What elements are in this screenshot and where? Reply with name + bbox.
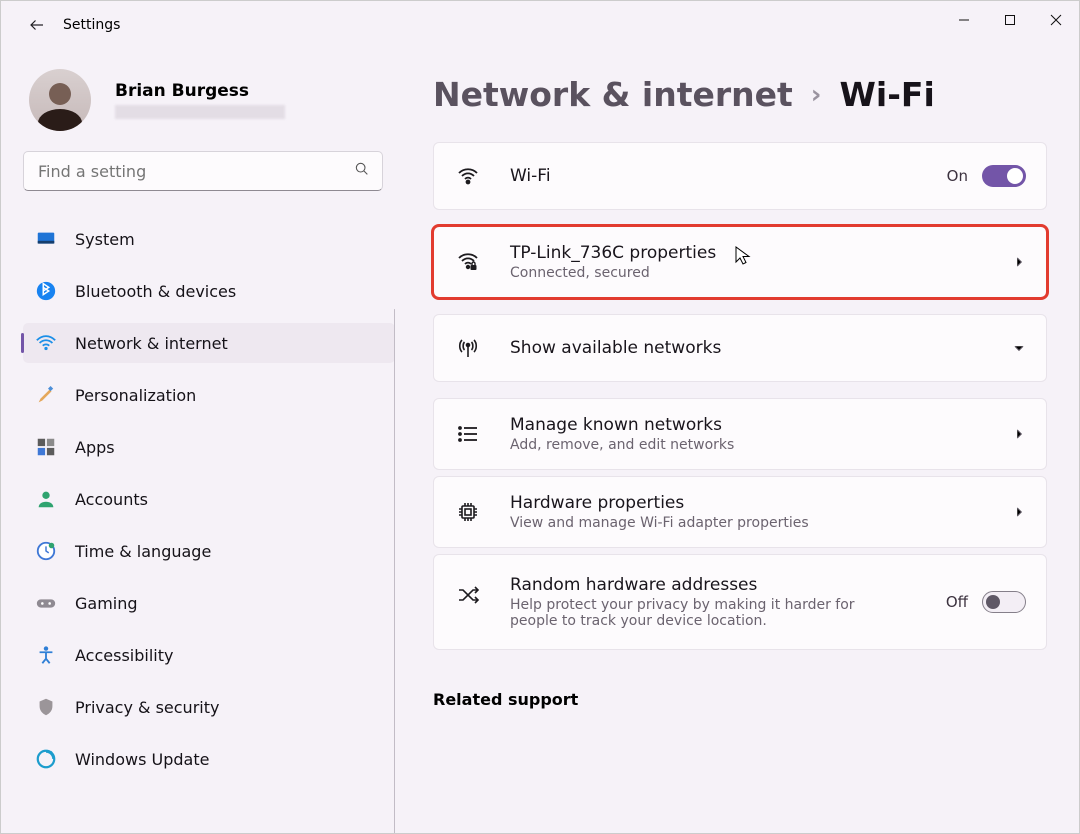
arrow-left-icon [28,16,46,34]
wifi-signal-icon [454,162,482,190]
display-icon [35,228,57,250]
bluetooth-icon [35,280,57,302]
card-hardware-props[interactable]: Hardware properties View and manage Wi-F… [433,476,1047,548]
sidebar-item-label: Privacy & security [75,698,219,717]
antenna-icon [454,334,482,362]
search-icon [354,161,370,181]
chevron-right-icon [1012,255,1026,269]
toggle-label: Off [946,593,968,611]
close-icon [1050,14,1062,26]
wifi-toggle[interactable] [982,165,1026,187]
paintbrush-icon [35,384,57,406]
user-email-redacted [115,105,285,119]
card-wifi-toggle[interactable]: Wi-Fi On [433,142,1047,210]
minimize-button[interactable] [941,1,987,39]
card-manage-known[interactable]: Manage known networks Add, remove, and e… [433,398,1047,470]
maximize-icon [1004,14,1016,26]
card-subtitle: View and manage Wi-Fi adapter properties [510,515,880,531]
scrollbar[interactable] [394,309,396,833]
shield-icon [35,696,57,718]
sidebar-item-update[interactable]: Windows Update [23,739,395,779]
card-title: Show available networks [510,338,1012,358]
maximize-button[interactable] [987,1,1033,39]
search-input[interactable] [38,162,342,181]
related-support-heading: Related support [433,690,1047,709]
wifi-lock-icon [454,248,482,276]
sidebar-item-label: Network & internet [75,334,228,353]
card-title: Manage known networks [510,415,1012,435]
sidebar-item-personalization[interactable]: Personalization [23,375,395,415]
close-button[interactable] [1033,1,1079,39]
main-content: Network & internet › Wi-Fi Wi-Fi On [411,49,1079,833]
page-title: Wi-Fi [840,75,935,114]
back-button[interactable] [17,5,57,45]
card-title: TP-Link_736C properties [510,243,1012,263]
breadcrumb: Network & internet › Wi-Fi [433,75,1047,114]
card-title: Hardware properties [510,493,1012,513]
sidebar-item-apps[interactable]: Apps [23,427,395,467]
sidebar-item-label: System [75,230,135,249]
sidebar-item-label: Apps [75,438,115,457]
sidebar-item-label: Time & language [75,542,211,561]
card-subtitle: Add, remove, and edit networks [510,437,880,453]
sidebar-item-gaming[interactable]: Gaming [23,583,395,623]
sidebar-item-network[interactable]: Network & internet [23,323,395,363]
chip-icon [454,498,482,526]
chevron-down-icon [1012,341,1026,355]
cursor-icon [734,245,752,271]
sidebar-item-system[interactable]: System [23,219,395,259]
user-name: Brian Burgess [115,81,285,101]
sidebar-item-label: Accessibility [75,646,173,665]
sidebar-item-accounts[interactable]: Accounts [23,479,395,519]
card-subtitle: Help protect your privacy by making it h… [510,597,880,629]
card-title: Random hardware addresses [510,575,946,595]
cards: Wi-Fi On TP-Link_736C properties Connect… [433,142,1047,650]
sidebar-item-label: Accounts [75,490,148,509]
shuffle-icon [454,581,482,609]
person-icon [35,488,57,510]
list-icon [454,420,482,448]
window-title: Settings [63,17,120,33]
card-network-properties[interactable]: TP-Link_736C properties Connected, secur… [433,226,1047,298]
window-controls [941,1,1079,39]
sidebar-item-time[interactable]: Time & language [23,531,395,571]
update-icon [35,748,57,770]
user-row[interactable]: Brian Burgess [29,69,395,131]
nav-list: System Bluetooth & devices Network & int… [23,219,395,779]
titlebar: Settings [1,1,1079,49]
sidebar-item-accessibility[interactable]: Accessibility [23,635,395,675]
card-show-available[interactable]: Show available networks [433,314,1047,382]
clock-icon [35,540,57,562]
sidebar: Brian Burgess System Bluetooth & devi [1,49,411,833]
chevron-right-icon [1012,427,1026,441]
minimize-icon [958,14,970,26]
sidebar-item-label: Windows Update [75,750,209,769]
sidebar-item-bluetooth[interactable]: Bluetooth & devices [23,271,395,311]
sidebar-item-label: Personalization [75,386,196,405]
card-title: Wi-Fi [510,166,947,186]
apps-icon [35,436,57,458]
breadcrumb-parent[interactable]: Network & internet [433,75,793,114]
gamepad-icon [35,592,57,614]
chevron-right-icon [1012,505,1026,519]
avatar [29,69,91,131]
accessibility-icon [35,644,57,666]
toggle-label: On [947,167,968,185]
random-hw-toggle[interactable] [982,591,1026,613]
card-subtitle: Connected, secured [510,265,880,281]
sidebar-item-privacy[interactable]: Privacy & security [23,687,395,727]
wifi-icon [35,332,57,354]
sidebar-item-label: Bluetooth & devices [75,282,236,301]
sidebar-item-label: Gaming [75,594,138,613]
search-box[interactable] [23,151,383,191]
chevron-right-icon: › [811,80,822,110]
card-random-hw[interactable]: Random hardware addresses Help protect y… [433,554,1047,650]
